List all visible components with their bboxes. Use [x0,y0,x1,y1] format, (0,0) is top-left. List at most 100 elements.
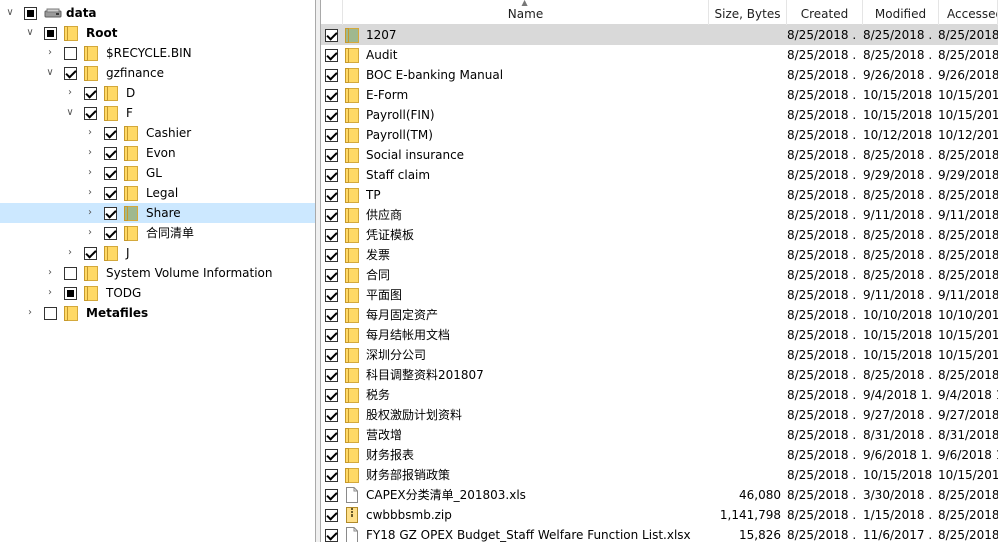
file-row-checkbox[interactable] [325,449,338,462]
chevron-down-icon[interactable]: ∨ [44,67,56,79]
tree-node-checkbox[interactable] [64,267,77,280]
file-row-checkbox[interactable] [325,69,338,82]
tree-node-checkbox[interactable] [84,87,97,100]
column-header-accessed[interactable]: Accessed [939,0,998,25]
tree-node-checkbox[interactable] [64,47,77,60]
tree-node[interactable]: › Legal [0,183,315,203]
chevron-right-icon[interactable]: › [24,307,36,319]
file-row-checkbox[interactable] [325,129,338,142]
chevron-right-icon[interactable]: › [64,247,76,259]
tree-node[interactable]: › TODG [0,283,315,303]
chevron-right-icon[interactable]: › [84,187,96,199]
tree-node-checkbox[interactable] [84,107,97,120]
file-row[interactable]: 1207 8/25/2018 ... 8/25/2018 ... 8/25/2018 … [321,25,998,45]
file-row[interactable]: 深圳分公司 8/25/2018 ... 10/15/2018... 10/15/201… [321,345,998,365]
file-row-checkbox[interactable] [325,189,338,202]
file-row-checkbox[interactable] [325,509,338,522]
tree-node-checkbox[interactable] [44,27,57,40]
column-header-created[interactable]: Created [787,0,863,25]
tree-node-checkbox[interactable] [104,147,117,160]
column-header-name[interactable]: ▲ Name [343,0,709,25]
file-row-checkbox[interactable] [325,49,338,62]
column-header-modified[interactable]: Modified [863,0,939,25]
tree-node-checkbox[interactable] [104,207,117,220]
file-row[interactable]: cwbbbsmb.zip 1,141,798 8/25/2018 ... 1/15/2… [321,505,998,525]
tree-node[interactable]: › Cashier [0,123,315,143]
tree-node-checkbox[interactable] [104,227,117,240]
tree-node-checkbox[interactable] [44,307,57,320]
file-row[interactable]: 财务部报销政策 8/25/2018 ... 10/15/2018... 10/15/2… [321,465,998,485]
file-row[interactable]: 财务报表 8/25/2018 ... 9/6/2018 1... 9/6/2018 1… [321,445,998,465]
tree-node[interactable]: › GL [0,163,315,183]
tree-node-checkbox[interactable] [64,67,77,80]
tree-node-checkbox[interactable] [104,187,117,200]
file-row-checkbox[interactable] [325,149,338,162]
file-row-checkbox[interactable] [325,249,338,262]
file-row-checkbox[interactable] [325,349,338,362]
tree-node-checkbox[interactable] [84,247,97,260]
chevron-right-icon[interactable]: › [84,207,96,219]
file-row-checkbox[interactable] [325,169,338,182]
tree-node-checkbox[interactable] [64,287,77,300]
file-row[interactable]: 科目调整资料201807 8/25/2018 ... 8/25/2018 ... 8/… [321,365,998,385]
file-row-checkbox[interactable] [325,209,338,222]
file-row[interactable]: 发票 8/25/2018 ... 8/25/2018 ... 8/25/2018 ..… [321,245,998,265]
chevron-down-icon[interactable]: ∨ [24,27,36,39]
file-row-checkbox[interactable] [325,289,338,302]
file-row-checkbox[interactable] [325,529,338,542]
file-row[interactable]: E-Form 8/25/2018 ... 10/15/2018... 10/15/20… [321,85,998,105]
chevron-right-icon[interactable]: › [84,167,96,179]
file-row-checkbox[interactable] [325,329,338,342]
file-row[interactable]: FY18 GZ OPEX Budget_Staff Welfare Functi… [321,525,998,542]
chevron-right-icon[interactable]: › [84,227,96,239]
tree-node[interactable]: ∨ F [0,103,315,123]
tree-node-checkbox[interactable] [104,127,117,140]
file-row[interactable]: 股权激励计划资料 8/25/2018 ... 9/27/2018 ... 9/27/2… [321,405,998,425]
column-header-size[interactable]: Size, Bytes [709,0,787,25]
tree-node-checkbox[interactable] [104,167,117,180]
file-row[interactable]: Staff claim 8/25/2018 ... 9/29/2018 ... 9/2… [321,165,998,185]
tree-node[interactable]: › $RECYCLE.BIN [0,43,315,63]
file-row[interactable]: Payroll(TM) 8/25/2018 ... 10/12/2018... 10/… [321,125,998,145]
chevron-right-icon[interactable]: › [44,47,56,59]
chevron-right-icon[interactable]: › [44,267,56,279]
file-row-checkbox[interactable] [325,389,338,402]
chevron-right-icon[interactable]: › [84,147,96,159]
file-row-checkbox[interactable] [325,109,338,122]
file-row[interactable]: Social insurance 8/25/2018 ... 8/25/2018 .… [321,145,998,165]
file-row[interactable]: 供应商 8/25/2018 ... 9/11/2018 ... 9/11/2018 .… [321,205,998,225]
file-row[interactable]: 每月固定资产 8/25/2018 ... 10/10/2018... 10/10/20… [321,305,998,325]
file-row-checkbox[interactable] [325,309,338,322]
file-row-checkbox[interactable] [325,269,338,282]
file-row-checkbox[interactable] [325,29,338,42]
chevron-right-icon[interactable]: › [44,287,56,299]
file-row-checkbox[interactable] [325,429,338,442]
tree-node[interactable]: › 合同清单 [0,223,315,243]
file-row-checkbox[interactable] [325,409,338,422]
chevron-right-icon[interactable]: › [84,127,96,139]
chevron-down-icon[interactable]: ∨ [4,7,16,19]
file-row[interactable]: 平面图 8/25/2018 ... 9/11/2018 ... 9/11/2018 .… [321,285,998,305]
tree-node[interactable]: › J [0,243,315,263]
tree-node[interactable]: ∨ gzfinance [0,63,315,83]
tree-node[interactable]: › System Volume Information [0,263,315,283]
file-row-checkbox[interactable] [325,89,338,102]
tree-node[interactable]: › Evon [0,143,315,163]
tree-node[interactable]: ∨ Root [0,23,315,43]
file-row[interactable]: Payroll(FIN) 8/25/2018 ... 10/15/2018... 10… [321,105,998,125]
tree-node-checkbox[interactable] [24,7,37,20]
tree-node[interactable]: › Share [0,203,315,223]
file-row[interactable]: 税务 8/25/2018 ... 9/4/2018 1... 9/4/2018 1..… [321,385,998,405]
tree-node[interactable]: ∨ data [0,3,315,23]
file-row[interactable]: TP 8/25/2018 ... 8/25/2018 ... 8/25/2018 ..… [321,185,998,205]
file-row[interactable]: 合同 8/25/2018 ... 8/25/2018 ... 8/25/2018 ..… [321,265,998,285]
file-row[interactable]: 每月结帐用文档 8/25/2018 ... 10/15/2018... 10/15/2… [321,325,998,345]
file-row-checkbox[interactable] [325,489,338,502]
file-row-checkbox[interactable] [325,229,338,242]
file-row[interactable]: CAPEX分类清单_201803.xls 46,080 8/25/2018 ... 3… [321,485,998,505]
chevron-right-icon[interactable]: › [64,87,76,99]
file-row[interactable]: Audit 8/25/2018 ... 8/25/2018 ... 8/25/2018… [321,45,998,65]
chevron-down-icon[interactable]: ∨ [64,107,76,119]
file-row[interactable]: 营改增 8/25/2018 ... 8/31/2018 ... 8/31/2018 .… [321,425,998,445]
file-row-checkbox[interactable] [325,369,338,382]
